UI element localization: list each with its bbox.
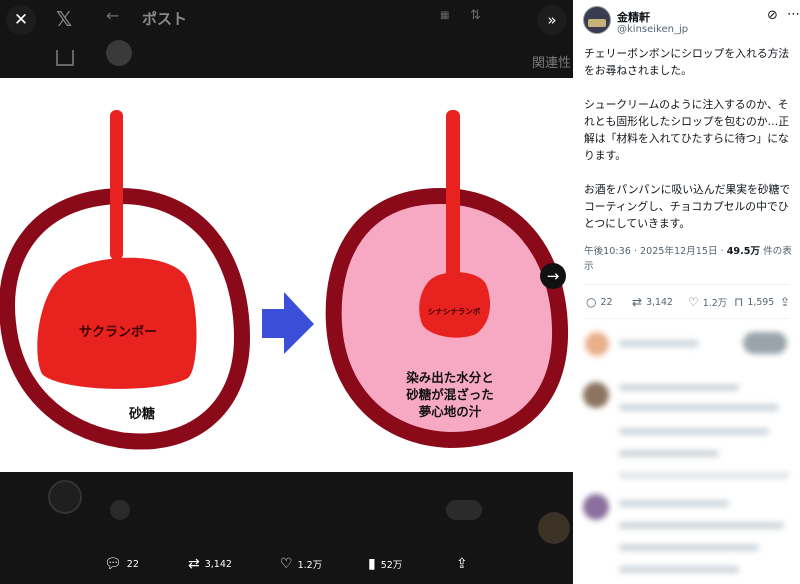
viewer-share-button[interactable]: ⇪ — [456, 556, 468, 572]
reply-composer-button — [743, 332, 787, 354]
right-caption-line2: 砂糖が混ざった — [405, 387, 494, 402]
like-count: 1.2万 — [702, 298, 728, 309]
reply-line — [619, 450, 719, 457]
views-chart-icon: ▮ — [368, 556, 376, 572]
share-icon: ⇪ — [456, 556, 468, 572]
background-compose-icon — [110, 500, 130, 520]
right-cherry-label: シナシナランボ — [428, 306, 481, 316]
background-settings-icon: ⇅ — [470, 8, 481, 23]
transition-arrow — [262, 292, 314, 354]
reply-line — [619, 472, 789, 479]
back-arrow-icon: ← — [106, 6, 120, 25]
viewer-action-bar: 💬︎ 22 ⇄ 3,142 ♡ 1.2万 ▮ 52万 ⇪ — [0, 556, 573, 580]
repost-count: 3,142 — [646, 296, 673, 308]
arrow-right-icon: → — [546, 267, 560, 285]
left-cherry-illustration: サクランボー 砂糖 — [0, 110, 251, 450]
reply-button[interactable]: ○ 22 — [586, 295, 612, 309]
close-icon: ✕ — [13, 10, 29, 30]
divider — [584, 318, 789, 319]
tweet-paragraph: チェリーボンボンにシロップを入れる方法をお尋ねされました。 — [584, 47, 790, 77]
reply-line — [619, 384, 739, 391]
reply-line — [619, 500, 729, 507]
sugar-label: 砂糖 — [128, 406, 155, 422]
background-menu-icon: ▦ — [440, 10, 450, 21]
right-caption-line1: 染み出た水分と — [405, 370, 494, 385]
viewer-like-button[interactable]: ♡ 1.2万 — [280, 556, 322, 572]
reply-line — [619, 404, 779, 411]
close-button[interactable]: ✕ — [6, 5, 36, 35]
tweet-stats: ○ 22 ⇄ 3,142 ♡ 1.2万 ⊓ 1,595 ⇪ — [584, 295, 794, 311]
view-count: 49.5万 — [726, 246, 761, 257]
right-cherry-illustration: シナシナランボ 染み出た水分と 砂糖が混ざった 夢心地の汁 — [325, 110, 569, 449]
viewer-like-count: 1.2万 — [297, 560, 323, 571]
home-icon — [56, 50, 74, 66]
viewer-repost-button[interactable]: ⇄ 3,142 — [188, 556, 232, 572]
reply-line — [619, 544, 759, 551]
right-shrunken-cherry — [419, 272, 491, 338]
tweet-panel: 金精軒 @kinseiken_jp ⊘ ⋯ チェリーボンボンにシロップを入れる方… — [573, 0, 800, 584]
heart-icon: ♡ — [280, 556, 293, 572]
reply-icon: ○ — [586, 295, 597, 309]
media-viewer: 𝕏 ← ポスト ▦ ⇅ 関連性 サクランボー 砂糖 シナシナランボ 染み出た水分… — [0, 0, 573, 584]
background-header — [0, 0, 573, 78]
reply-composer-placeholder — [619, 340, 699, 347]
bookmark-button[interactable]: ⊓ 1,595 — [734, 295, 774, 309]
background-avatar — [106, 40, 132, 66]
background-avatar-2 — [538, 512, 570, 544]
reply-line — [619, 428, 769, 435]
share-icon: ⇪ — [780, 295, 791, 309]
viewer-reply-count: 22 — [126, 558, 139, 570]
reply-composer-avatar — [585, 332, 609, 356]
tweet-meta: 午後10:36 · 2025年12月15日 · 49.5万 件の表示 — [584, 244, 796, 274]
left-stem — [110, 110, 123, 260]
divider — [584, 284, 789, 285]
right-caption-line3: 夢心地の汁 — [419, 404, 482, 419]
author-header: 金精軒 @kinseiken_jp ⊘ ⋯ — [583, 6, 800, 40]
viewer-views-button[interactable]: ▮ 52万 — [368, 556, 402, 572]
post-image: サクランボー 砂糖 シナシナランボ 染み出た水分と 砂糖が混ざった 夢心地の汁 — [0, 78, 573, 472]
background-profile-icon — [48, 480, 82, 514]
chevron-double-right-icon: » — [547, 11, 557, 29]
heart-icon: ♡ — [688, 295, 699, 309]
reply-count: 22 — [600, 296, 613, 308]
reply-line — [619, 522, 784, 529]
tweet-text: チェリーボンボンにシロップを入れる方法をお尋ねされました。 シュークリームのよう… — [584, 45, 796, 249]
like-button[interactable]: ♡ 1.2万 — [688, 295, 727, 309]
left-cherry-label: サクランボー — [79, 324, 157, 340]
more-options-icon[interactable]: ⋯ — [787, 7, 800, 22]
reply-icon: 💬︎ — [104, 556, 122, 572]
cherry-diagram: サクランボー 砂糖 シナシナランボ 染み出た水分と 砂糖が混ざった 夢心地の汁 — [0, 110, 569, 450]
bookmark-count: 1,595 — [747, 296, 775, 308]
repost-button[interactable]: ⇄ 3,142 — [632, 295, 673, 309]
related-tab: 関連性 — [532, 56, 572, 71]
x-logo-icon: 𝕏 — [56, 7, 73, 31]
page-title: ポスト — [142, 10, 188, 28]
viewer-views-count: 52万 — [380, 560, 403, 571]
bookmark-icon: ⊓ — [734, 295, 744, 309]
repost-icon: ⇄ — [188, 556, 200, 572]
repost-icon: ⇄ — [632, 295, 643, 309]
next-image-button[interactable]: → — [540, 263, 566, 289]
left-cherry-body — [37, 257, 197, 389]
author-handle[interactable]: @kinseiken_jp — [617, 24, 688, 35]
avatar[interactable] — [583, 6, 611, 34]
author-name[interactable]: 金精軒 — [617, 9, 650, 25]
viewer-repost-count: 3,142 — [204, 558, 232, 570]
reply-avatar — [583, 382, 609, 408]
grok-icon[interactable]: ⊘ — [767, 8, 778, 23]
tweet-paragraph: お酒をパンパンに吸い込んだ果実を砂糖でコーティングし、チョコカプセルの中でひとつ… — [584, 183, 791, 230]
share-button[interactable]: ⇪ — [780, 295, 790, 309]
right-stem — [446, 110, 460, 280]
reply-line — [619, 566, 739, 573]
background-reply-button — [446, 500, 482, 520]
tweet-paragraph: シュークリームのように注入するのか、それとも固形化したシロップを包むのか…正解は… — [584, 98, 790, 162]
reply-avatar — [583, 494, 609, 520]
viewer-reply-button[interactable]: 💬︎ 22 — [104, 556, 139, 572]
expand-panel-button[interactable]: » — [537, 5, 567, 35]
tweet-timestamp[interactable]: 午後10:36 · 2025年12月15日 · — [584, 246, 727, 257]
